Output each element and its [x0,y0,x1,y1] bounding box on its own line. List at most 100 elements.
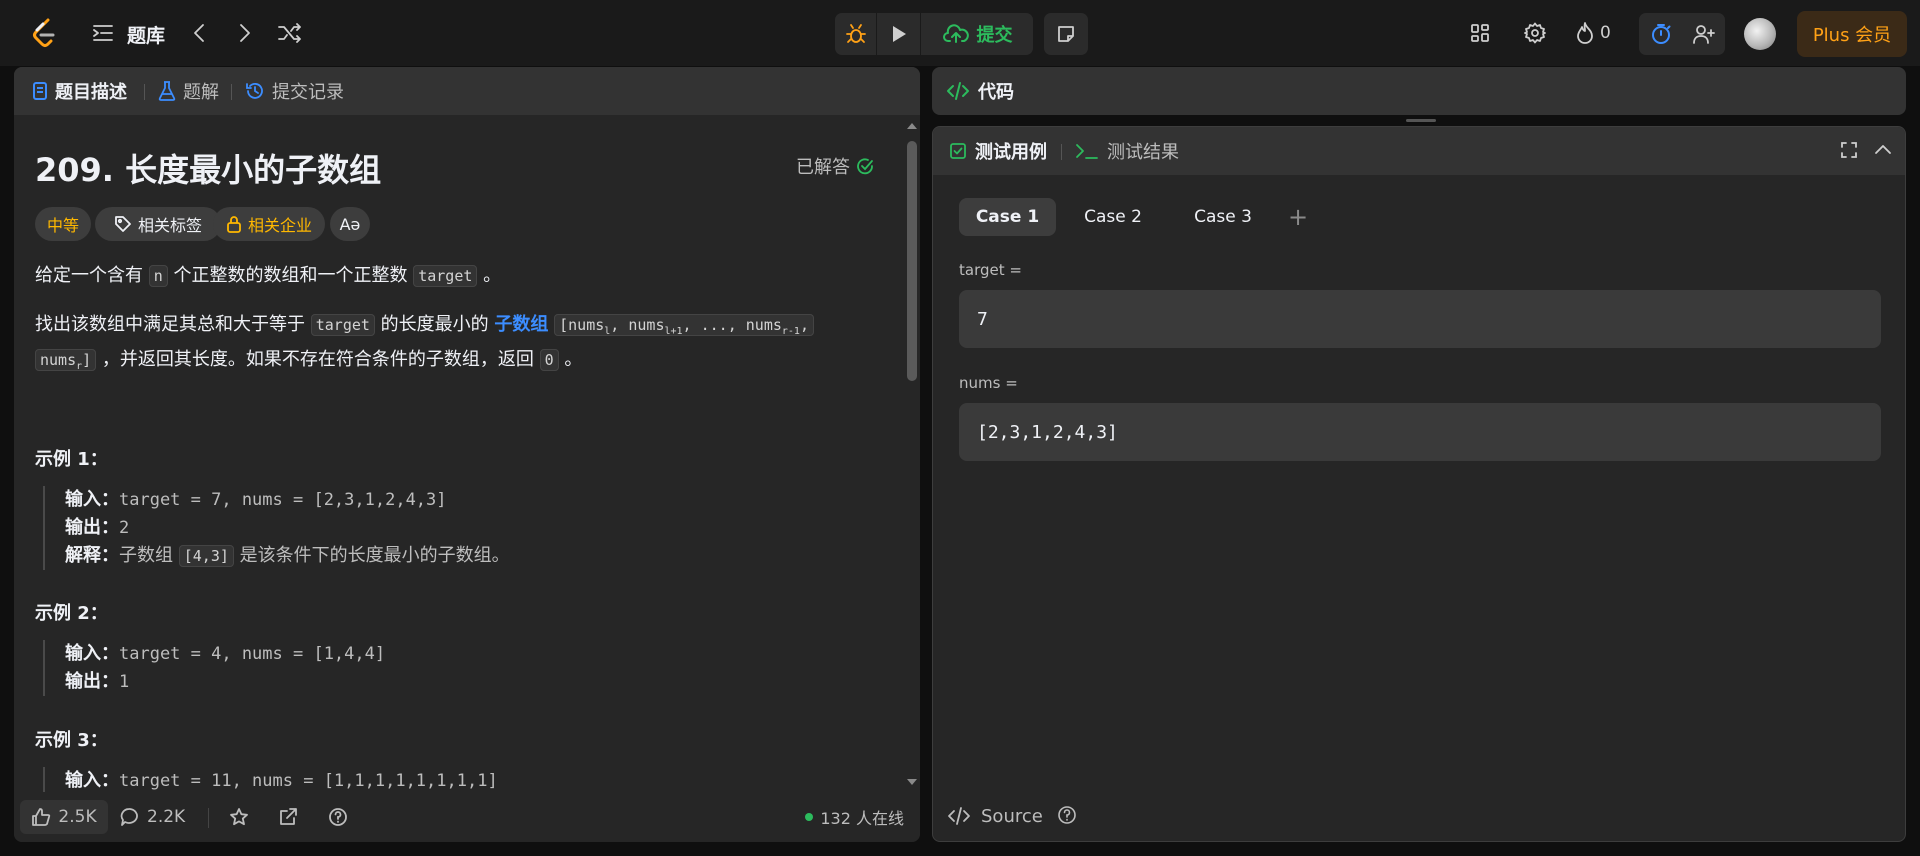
nums-input[interactable]: [2,3,1,2,4,3] [959,403,1881,461]
code-icon [947,806,971,826]
share-icon[interactable] [278,800,298,834]
timer-group [1639,13,1725,55]
timer-icon[interactable] [1639,13,1682,55]
tab-testcases-label: 测试用例 [975,142,1047,163]
example-line: 解释：子数组 [4,3] 是该条件下的长度最小的子数组。 [65,542,510,570]
output-label: 输出： [65,517,119,538]
streak-counter[interactable]: 0 [1576,20,1611,46]
tab-description[interactable]: 题目描述 [32,67,127,115]
explain-label: 解释： [65,545,119,566]
inline-code: 0 [539,349,559,371]
input-label: 输入： [65,489,119,510]
chevron-right-icon[interactable] [232,20,258,46]
output-label: 输出： [65,671,119,692]
solved-label: 已解答 [796,157,850,178]
source-button[interactable]: Source [947,801,1043,831]
footer-divider [208,808,209,828]
inline-code: target [310,314,375,336]
inline-code: numsr] [35,349,97,372]
chevron-up-icon[interactable] [1873,140,1895,162]
code-sub: r-1 [781,326,800,337]
online-dot-icon [805,813,814,821]
inline-code: target [413,265,478,287]
related-tags-button[interactable]: 相关标签 [95,207,221,241]
help-icon[interactable] [1057,805,1079,827]
example-3-block: 输入：target = 11, nums = [1,1,1,1,1,1,1,1] [43,767,498,792]
example-line: 输出：2 [65,514,510,542]
flask-icon [158,81,176,101]
code-part: , [799,316,809,334]
example-line: 输入：target = 7, nums = [2,3,1,2,4,3] [65,486,510,514]
problem-title: 209. 长度最小的子数组 [35,151,382,189]
related-companies-button[interactable]: 相关企业 [213,207,325,241]
online-label: 132 人在线 [820,809,904,828]
subarray-link[interactable]: 子数组 [494,314,548,335]
example-line: 输入：target = 4, nums = [1,4,4] [65,640,385,668]
translate-button[interactable]: Aǝ [330,207,370,241]
help-icon[interactable] [328,800,348,834]
tab-description-label: 题目描述 [55,82,127,103]
tab-submissions[interactable]: 提交记录 [245,67,344,115]
comment-count: 2.2K [147,807,186,827]
note-icon[interactable] [1044,13,1088,55]
gear-icon[interactable] [1522,20,1548,46]
testcase-panel: 测试用例 测试结果 Case 1 Case 2 Case 3 + target … [932,126,1906,842]
shuffle-icon[interactable] [277,20,303,46]
related-tags-label: 相关标签 [137,216,202,235]
example-3-heading: 示例 3： [35,730,108,751]
text-span: 。 [477,265,502,286]
target-label: target = [959,261,1022,279]
output-value: 2 [119,518,130,538]
case-tab-2[interactable]: Case 2 [1071,198,1155,236]
expand-icon[interactable] [1839,140,1861,162]
tab-submissions-label: 提交记录 [272,82,344,103]
doc-icon [32,81,48,101]
comment-button[interactable]: 2.2K [120,800,185,834]
code-part: , ..., nums [682,316,782,334]
flame-icon [1576,22,1594,44]
chevron-left-icon[interactable] [186,20,212,46]
online-count: 132 人在线 [805,800,904,834]
description-tabs: 题目描述 题解 提交记录 [14,67,920,115]
top-navbar: 题库 提交 0 Plus 会员 [0,0,1920,66]
inline-code: n [148,265,168,287]
debug-icon[interactable] [835,13,877,55]
code-icon [946,81,970,101]
list-icon[interactable] [92,22,114,44]
star-icon[interactable] [229,800,249,834]
text-span: 。 [558,349,583,370]
example-line: 输出：1 [65,668,385,696]
text-span: 个正整数的数组和一个正整数 [167,265,414,286]
terminal-icon [1075,141,1099,161]
input-value: target = 11, nums = [1,1,1,1,1,1,1,1] [119,771,498,791]
tab-testcases[interactable]: 测试用例 [949,127,1047,175]
like-button[interactable]: 2.5K [20,800,108,834]
tab-divider [1061,144,1062,160]
code-part: nums [40,351,77,369]
play-icon[interactable] [878,13,921,55]
add-user-icon[interactable] [1682,13,1725,55]
target-input[interactable]: 7 [959,290,1881,348]
logo-icon[interactable] [28,17,60,49]
difficulty-badge[interactable]: 中等 [35,207,91,241]
case-tab-1[interactable]: Case 1 [959,198,1056,236]
avatar[interactable] [1744,18,1776,50]
example-1-block: 输入：target = 7, nums = [2,3,1,2,4,3] 输出：2… [43,486,510,570]
nums-label: nums = [959,374,1018,392]
layout-icon[interactable] [1467,20,1493,46]
panel-resize-handle[interactable] [1406,119,1436,122]
case-tab-3[interactable]: Case 3 [1181,198,1265,236]
tab-solutions[interactable]: 题解 [158,67,219,115]
submit-button[interactable]: 提交 [922,13,1033,55]
description-panel: 题目描述 题解 提交记录 209. 长度最小的子数组 已解答 中等 相关标签 相… [14,67,920,842]
code-part: , nums [610,316,665,334]
add-case-button[interactable]: + [1283,198,1313,236]
description-footer: 2.5K 2.2K 132 人在线 [14,792,920,842]
scrollbar-thumb[interactable] [907,141,917,381]
plus-membership-button[interactable]: Plus 会员 [1797,11,1907,57]
tab-code[interactable]: 代码 [946,67,1014,115]
tab-test-results[interactable]: 测试结果 [1075,127,1179,175]
code-part: [nums [559,316,605,334]
problem-bank-link[interactable]: 题库 [127,21,165,48]
check-circle-icon [856,157,874,175]
